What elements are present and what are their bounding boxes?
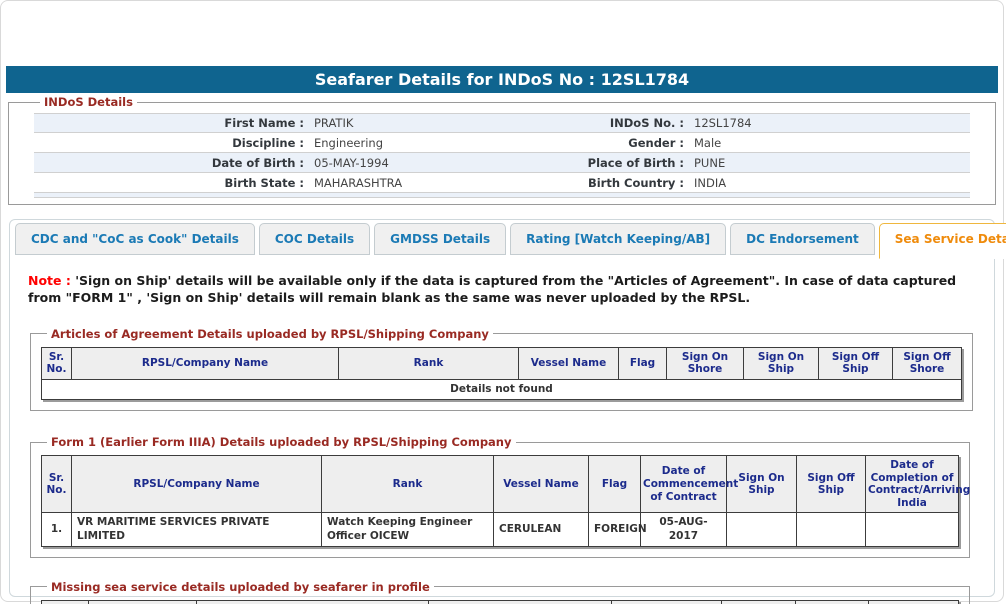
form1-fieldset: Form 1 (Earlier Form IIIA) Details uploa…: [30, 435, 970, 558]
col-rank: Rank: [339, 347, 519, 379]
tab-gmdss-details[interactable]: GMDSS Details: [374, 223, 506, 255]
tab-dc-endorsement[interactable]: DC Endorsement: [730, 223, 875, 255]
col-sr-no: Sr. No.: [42, 347, 72, 379]
col-document-uploaded: Document Uploaded: [869, 600, 959, 604]
indos-no-value: 12SL1784: [688, 116, 970, 130]
tab-coc-details[interactable]: COC Details: [259, 223, 370, 255]
col-sr-no: Sr. No.: [42, 600, 89, 604]
tab-rating-watch-keeping-ab[interactable]: Rating [Watch Keeping/AB]: [510, 223, 726, 255]
tab-panel: CDC and "CoC as Cook" Details COC Detail…: [9, 219, 995, 597]
tab-sea-service-details[interactable]: Sea Service Details: [879, 223, 1006, 259]
cell-vessel-name: CERULEAN: [494, 513, 589, 546]
col-sign-off-ship: Sign Off Ship: [797, 456, 866, 513]
note-label: Note :: [28, 273, 71, 288]
tab-bar: CDC and "CoC as Cook" Details COC Detail…: [10, 220, 994, 255]
gender-value: Male: [688, 136, 970, 150]
tab-cdc-coc-cook-details[interactable]: CDC and "CoC as Cook" Details: [15, 223, 255, 255]
col-flag: Flag: [612, 600, 722, 604]
indos-details-fieldset: INDoS Details First Name : PRATIK INDoS …: [8, 95, 996, 205]
dob-value: 05-MAY-1994: [308, 156, 498, 170]
cell-flag: FOREIGN: [589, 513, 641, 546]
cell-company: VR MARITIME SERVICES PRIVATE LIMITED: [72, 513, 322, 546]
table-header-row: Sr. No. Vessel Type Rank Vessel Name Fla…: [42, 600, 959, 604]
col-company: RPSL/Company Name: [72, 347, 339, 379]
cell-sr-no: 1.: [42, 513, 72, 546]
dob-label: Date of Birth :: [34, 156, 308, 170]
col-sign-off-shore: Sign Off Shore: [893, 347, 962, 379]
articles-of-agreement-legend: Articles of Agreement Details uploaded b…: [47, 327, 493, 341]
birth-state-value: MAHARASHTRA: [308, 176, 498, 190]
gender-label: Gender :: [498, 136, 688, 150]
col-completion-date: Date of Completion of Contract/Arriving …: [866, 456, 959, 513]
table-row: 1. VR MARITIME SERVICES PRIVATE LIMITED …: [42, 513, 959, 546]
table-header-row: Sr. No. RPSL/Company Name Rank Vessel Na…: [42, 347, 962, 379]
pob-label: Place of Birth :: [498, 156, 688, 170]
first-name-label: First Name :: [34, 116, 308, 130]
missing-sea-service-legend: Missing sea service details uploaded by …: [47, 580, 434, 594]
cell-completion-date: [866, 513, 959, 546]
col-vessel-name: Vessel Name: [519, 347, 619, 379]
col-sign-on-shore: Sign On Shore: [667, 347, 744, 379]
table-header-row: Sr. No. RPSL/Company Name Rank Vessel Na…: [42, 456, 959, 513]
form1-legend: Form 1 (Earlier Form IIIA) Details uploa…: [47, 435, 516, 449]
col-rank: Rank: [197, 600, 429, 604]
cell-rank: Watch Keeping Engineer Officer OICEW: [322, 513, 494, 546]
page: Seafarer Details for INDoS No : 12SL1784…: [0, 0, 1004, 602]
first-name-value: PRATIK: [308, 116, 498, 130]
col-flag: Flag: [589, 456, 641, 513]
birth-country-value: INDIA: [688, 176, 970, 190]
cell-commencement-date: 05-AUG-2017: [641, 513, 727, 546]
missing-sea-service-table: Sr. No. Vessel Type Rank Vessel Name Fla…: [41, 600, 959, 604]
indos-row-discipline: Discipline : Engineering Gender : Male: [34, 133, 970, 153]
discipline-label: Discipline :: [34, 136, 308, 150]
indos-row-name: First Name : PRATIK INDoS No. : 12SL1784: [34, 113, 970, 133]
col-flag: Flag: [619, 347, 667, 379]
articles-of-agreement-fieldset: Articles of Agreement Details uploaded b…: [30, 327, 973, 411]
note-text: Note : 'Sign on Ship' details will be av…: [28, 273, 976, 307]
cell-sign-off-ship: [797, 513, 866, 546]
details-not-found-message: Details not found: [42, 379, 962, 399]
missing-sea-service-fieldset: Missing sea service details uploaded by …: [30, 580, 970, 604]
col-sr-no: Sr. No.: [42, 456, 72, 513]
birth-state-label: Birth State :: [34, 176, 308, 190]
col-vessel-name: Vessel Name: [429, 600, 612, 604]
discipline-value: Engineering: [308, 136, 498, 150]
note-body: 'Sign on Ship' details will be available…: [28, 273, 956, 305]
indos-bottom-strip: [34, 193, 970, 198]
birth-country-label: Birth Country :: [498, 176, 688, 190]
indos-row-birth: Date of Birth : 05-MAY-1994 Place of Bir…: [34, 153, 970, 173]
col-sign-on-ship: Sign On Ship: [744, 347, 819, 379]
col-vessel-type: Vessel Type: [89, 600, 197, 604]
col-to-date: To Date: [796, 600, 869, 604]
col-company: RPSL/Company Name: [72, 456, 322, 513]
col-vessel-name: Vessel Name: [494, 456, 589, 513]
pob-value: PUNE: [688, 156, 970, 170]
form1-table: Sr. No. RPSL/Company Name Rank Vessel Na…: [41, 455, 959, 547]
empty-row: Details not found: [42, 379, 962, 399]
indos-no-label: INDoS No. :: [498, 116, 688, 130]
col-from-date: From Date: [722, 600, 796, 604]
articles-of-agreement-table: Sr. No. RPSL/Company Name Rank Vessel Na…: [41, 347, 962, 400]
col-sign-off-ship: Sign Off Ship: [819, 347, 893, 379]
col-rank: Rank: [322, 456, 494, 513]
page-title: Seafarer Details for INDoS No : 12SL1784: [6, 66, 998, 93]
col-commencement-date: Date of Commencement of Contract: [641, 456, 727, 513]
indos-details-table: First Name : PRATIK INDoS No. : 12SL1784…: [34, 113, 970, 198]
indos-row-state: Birth State : MAHARASHTRA Birth Country …: [34, 173, 970, 193]
indos-details-legend: INDoS Details: [40, 95, 137, 109]
cell-sign-on-ship: [727, 513, 797, 546]
